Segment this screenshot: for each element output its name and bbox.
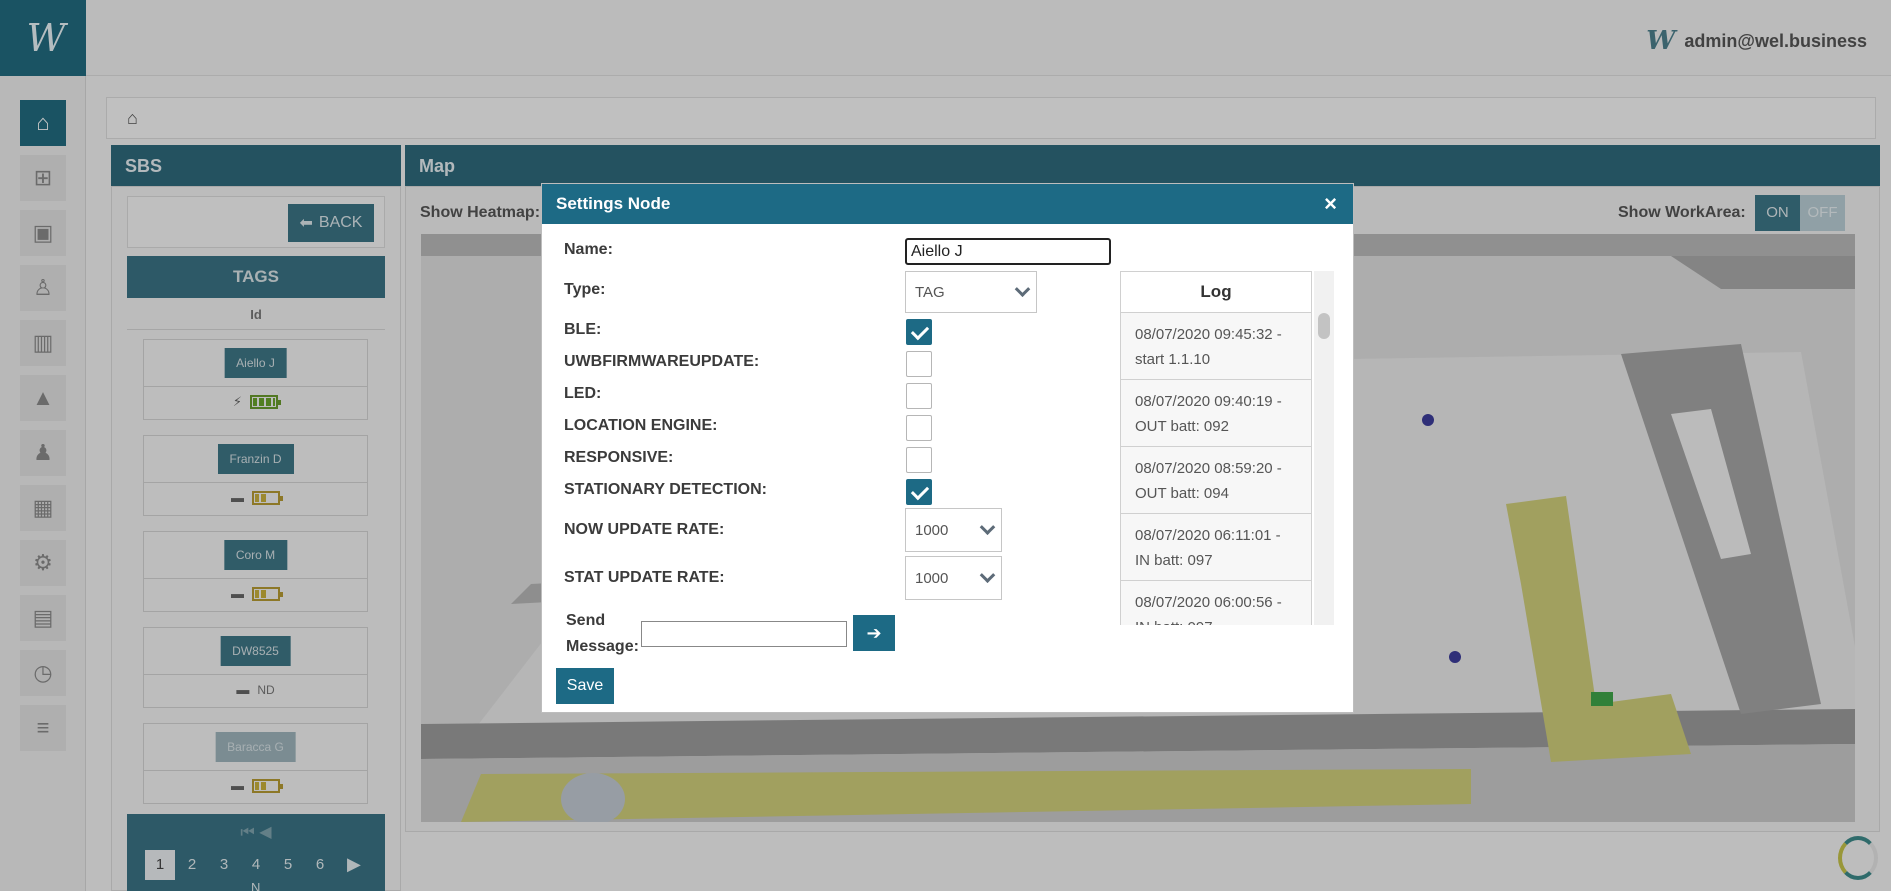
settings-node-modal: Settings Node × Name: Type: TAG BLE: UWB… <box>541 183 1354 713</box>
send-message-input[interactable] <box>641 621 847 647</box>
chevron-down-icon <box>979 567 996 584</box>
arrow-right-icon: ➔ <box>866 622 882 643</box>
stationary-detection-checkbox[interactable] <box>906 479 932 505</box>
stationary-detection-label: STATIONARY DETECTION: <box>564 481 767 498</box>
stat-update-rate-label: STAT UPDATE RATE: <box>564 569 725 586</box>
type-select[interactable]: TAG <box>905 271 1037 313</box>
name-input[interactable] <box>905 238 1111 265</box>
responsive-checkbox[interactable] <box>906 447 932 473</box>
chevron-down-icon <box>1014 281 1031 298</box>
now-update-rate-select[interactable]: 1000 <box>905 508 1002 552</box>
responsive-label: RESPONSIVE: <box>564 449 674 466</box>
stat-update-rate-select[interactable]: 1000 <box>905 556 1002 600</box>
ble-checkbox[interactable] <box>906 319 932 345</box>
save-button[interactable]: Save <box>556 668 614 704</box>
log-entry: 08/07/2020 09:45:32 - start 1.1.10 <box>1120 313 1312 380</box>
stat-update-rate-value: 1000 <box>915 569 949 587</box>
send-message-button[interactable]: ➔ <box>853 615 895 651</box>
close-icon[interactable]: × <box>1324 184 1337 224</box>
ble-label: BLE: <box>564 321 602 338</box>
led-checkbox[interactable] <box>906 383 932 409</box>
type-label: Type: <box>564 281 606 298</box>
name-label: Name: <box>564 241 613 258</box>
now-update-rate-label: NOW UPDATE RATE: <box>564 521 725 538</box>
chevron-down-icon <box>979 519 996 536</box>
send-message-label: Send Message: <box>566 612 639 655</box>
log-entry: 08/07/2020 06:00:56 - IN batt: 097 <box>1120 581 1312 625</box>
type-select-value: TAG <box>915 283 945 301</box>
log-panel: Log 08/07/2020 09:45:32 - start 1.1.10 0… <box>1120 271 1312 625</box>
led-label: LED: <box>564 385 602 402</box>
log-scrollbar[interactable] <box>1314 271 1334 625</box>
location-engine-checkbox[interactable] <box>906 415 932 441</box>
log-header: Log <box>1120 271 1312 313</box>
uwbfirmwareupdate-label: UWBFIRMWAREUPDATE: <box>564 353 760 370</box>
scrollbar-thumb[interactable] <box>1318 313 1330 339</box>
modal-header: Settings Node × <box>542 184 1353 224</box>
location-engine-label: LOCATION ENGINE: <box>564 417 718 434</box>
uwbfirmwareupdate-checkbox[interactable] <box>906 351 932 377</box>
modal-title: Settings Node <box>556 194 671 213</box>
log-entry: 08/07/2020 06:11:01 - IN batt: 097 <box>1120 514 1312 581</box>
log-entry: 08/07/2020 08:59:20 - OUT batt: 094 <box>1120 447 1312 514</box>
now-update-rate-value: 1000 <box>915 521 949 539</box>
log-entry: 08/07/2020 09:40:19 - OUT batt: 092 <box>1120 380 1312 447</box>
